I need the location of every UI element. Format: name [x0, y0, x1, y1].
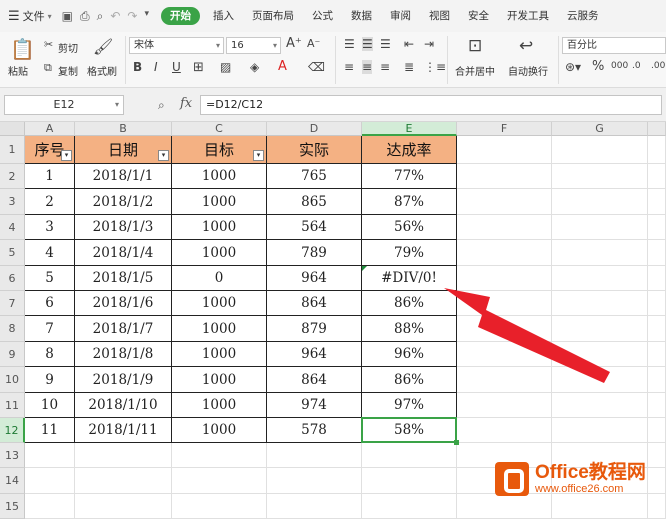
arrow-shape — [444, 288, 610, 383]
office-logo-icon — [495, 462, 529, 496]
watermark-brand: Office教程网 — [535, 461, 646, 483]
watermark: Office教程网 www.office26.com — [495, 462, 646, 496]
watermark-url: www.office26.com — [535, 482, 624, 495]
arrow-annotation — [444, 288, 610, 383]
